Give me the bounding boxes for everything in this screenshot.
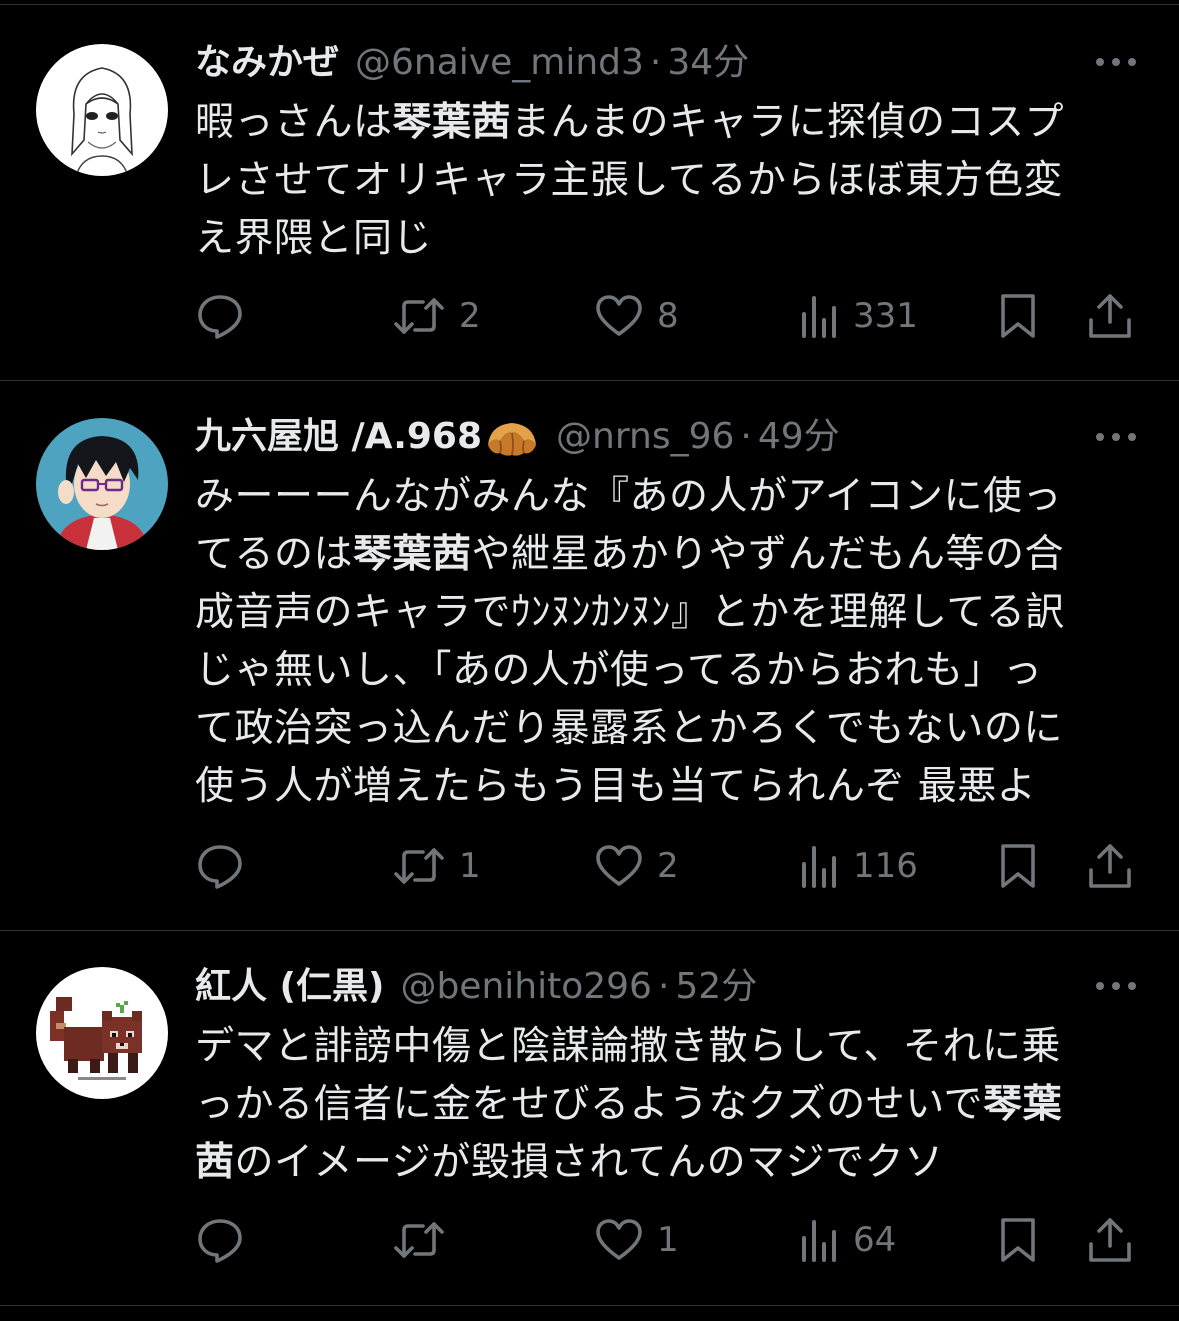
timestamp[interactable]: 49分 xyxy=(758,412,840,462)
tweet-text: みーーーんながみんな『あの人がアイコンに使っ てるのは琴葉茜や紲星あかりやずんだ… xyxy=(195,468,1135,816)
tweet-text-segment: て政治突っ込んだり暴露系とかろくでもないのに xyxy=(195,706,1063,751)
tweet-text: 暇っさんは琴葉茜まんまのキャラに探偵のコスプ レさせてオリキャラ主張してるからほ… xyxy=(195,94,1135,268)
retweet-count: 2 xyxy=(459,296,481,336)
bookmark-button[interactable] xyxy=(998,841,1038,891)
tweet-actions: 1 2 116 xyxy=(195,841,1145,891)
more-options-icon[interactable] xyxy=(1094,427,1138,447)
retweet-button[interactable] xyxy=(393,1215,459,1265)
tweet[interactable]: 九六屋旭 /A.968 @nrns_96 · 49分 みーーーんながみんな『あの… xyxy=(0,380,1179,930)
reply-icon xyxy=(198,845,242,889)
more-options-icon[interactable] xyxy=(1094,976,1138,996)
like-count: 1 xyxy=(657,1220,679,1260)
retweet-icon xyxy=(394,298,444,334)
highlighted-term: 琴葉茜 xyxy=(353,532,472,577)
display-name[interactable]: 九六屋旭 /A.968 xyxy=(195,412,482,462)
separator-dot: · xyxy=(657,966,670,1007)
tweet-header: 紅人 (仁黒) @benihito296 · 52分 xyxy=(195,962,757,1012)
tweet-text-segment: 使う人が増えたらもう目も当てられんぞ 最悪よ xyxy=(195,764,1037,809)
view-count: 64 xyxy=(853,1220,897,1260)
views-button[interactable]: 116 xyxy=(799,841,918,891)
user-handle[interactable]: @6naive_mind3 xyxy=(355,38,644,88)
tweet-text-segment: デマと誹謗中傷と陰謀論撒き散らして、それに乗 xyxy=(195,1024,1061,1069)
highlighted-term: 茜 xyxy=(195,1140,235,1185)
anime-girl-sketch-avatar xyxy=(36,44,168,176)
separator-dot: · xyxy=(740,416,752,457)
display-name[interactable]: なみかぜ xyxy=(195,38,339,88)
tweet-divider xyxy=(0,1305,1179,1306)
separator-dot: · xyxy=(649,42,662,83)
like-button[interactable]: 2 xyxy=(595,841,679,891)
highlighted-term: 琴葉 xyxy=(983,1082,1063,1127)
reply-button[interactable] xyxy=(195,841,259,891)
tweet-text-segment: のイメージが毀損されてんのマジでクソ xyxy=(234,1140,944,1185)
retweet-icon xyxy=(394,1222,444,1258)
heart-icon xyxy=(596,1219,642,1260)
views-button[interactable]: 64 xyxy=(799,1215,896,1265)
views-chart-icon xyxy=(802,1220,836,1262)
reply-icon xyxy=(198,295,242,339)
retweet-count: 1 xyxy=(459,846,481,886)
tweet-text-segment: っかる信者に金をせびるようなクズのせいで xyxy=(195,1082,984,1127)
retweet-icon xyxy=(394,848,444,884)
reply-button[interactable] xyxy=(195,1215,259,1265)
view-count: 116 xyxy=(853,846,918,886)
reply-icon xyxy=(198,1219,242,1263)
share-icon xyxy=(1089,844,1131,888)
tweet-header: 九六屋旭 /A.968 @nrns_96 · 49分 xyxy=(195,412,840,462)
tweet-header: なみかぜ @6naive_mind3 · 34分 xyxy=(195,38,749,88)
tweet[interactable]: なみかぜ @6naive_mind3 · 34分 暇っさんは琴葉茜まんまのキャラ… xyxy=(0,0,1179,380)
share-icon xyxy=(1089,1218,1131,1262)
tweet-text-segment: え界隈と同じ xyxy=(195,216,433,261)
user-handle[interactable]: @nrns_96 xyxy=(556,412,734,462)
tweet-text-segment: まんまのキャラに探偵のコスプ xyxy=(511,100,1065,145)
timestamp[interactable]: 34分 xyxy=(667,38,749,88)
retweet-button[interactable]: 1 xyxy=(393,841,481,891)
avatar[interactable] xyxy=(36,44,168,176)
tweet-text-segment: じゃ無いし、「あの人が使ってるからおれも」っ xyxy=(195,648,1043,693)
bookmark-icon xyxy=(1001,294,1035,338)
tweet-feed: なみかぜ @6naive_mind3 · 34分 暇っさんは琴葉茜まんまのキャラ… xyxy=(0,0,1179,1321)
tweet-text-segment: みーーーんながみんな『あの人がアイコンに使っ xyxy=(195,474,1063,519)
share-button[interactable] xyxy=(1087,291,1133,341)
timestamp[interactable]: 52分 xyxy=(675,962,757,1012)
heart-icon xyxy=(596,295,642,336)
anime-boy-glasses-avatar xyxy=(36,418,168,550)
bookmark-button[interactable] xyxy=(998,291,1038,341)
like-count: 2 xyxy=(657,846,679,886)
retweet-button[interactable]: 2 xyxy=(393,291,481,341)
tweet-text-segment: 成音声のキャラでｳﾝﾇﾝｶﾝﾇﾝ』とかを理解してる訳 xyxy=(195,590,1065,635)
views-chart-icon xyxy=(802,846,836,888)
share-button[interactable] xyxy=(1087,1215,1133,1265)
tweet-text-segment: や紲星あかりやずんだもん等の合 xyxy=(471,532,1065,577)
tweet-text-segment: レさせてオリキャラ主張してるからほぼ東方色変 xyxy=(195,158,1063,203)
display-name[interactable]: 紅人 (仁黒) xyxy=(195,962,384,1012)
tweet-actions: 1 64 xyxy=(195,1215,1145,1265)
user-handle[interactable]: @benihito296 xyxy=(400,962,652,1012)
pixel-red-panda-avatar xyxy=(36,967,168,1099)
croissant-emoji xyxy=(484,415,540,459)
highlighted-term: 琴葉茜 xyxy=(392,100,512,145)
view-count: 331 xyxy=(853,296,918,336)
reply-button[interactable] xyxy=(195,291,259,341)
heart-icon xyxy=(596,845,642,886)
like-button[interactable]: 8 xyxy=(595,291,679,341)
tweet-text: デマと誹謗中傷と陰謀論撒き散らして、それに乗 っかる信者に金をせびるようなクズの… xyxy=(195,1018,1135,1192)
tweet[interactable]: 紅人 (仁黒) @benihito296 · 52分 デマと誹謗中傷と陰謀論撒き… xyxy=(0,930,1179,1305)
bookmark-button[interactable] xyxy=(998,1215,1038,1265)
like-count: 8 xyxy=(657,296,679,336)
like-button[interactable]: 1 xyxy=(595,1215,679,1265)
tweet-actions: 2 8 331 xyxy=(195,291,1145,341)
tweet-text-segment: てるのは xyxy=(195,532,354,577)
bookmark-icon xyxy=(1001,844,1035,888)
share-icon xyxy=(1089,294,1131,338)
avatar[interactable] xyxy=(36,418,168,550)
views-chart-icon xyxy=(802,296,836,338)
more-options-icon[interactable] xyxy=(1094,52,1138,72)
share-button[interactable] xyxy=(1087,841,1133,891)
views-button[interactable]: 331 xyxy=(799,291,918,341)
tweet-text-segment: 暇っさんは xyxy=(195,100,393,145)
avatar[interactable] xyxy=(36,967,168,1099)
bookmark-icon xyxy=(1001,1218,1035,1262)
